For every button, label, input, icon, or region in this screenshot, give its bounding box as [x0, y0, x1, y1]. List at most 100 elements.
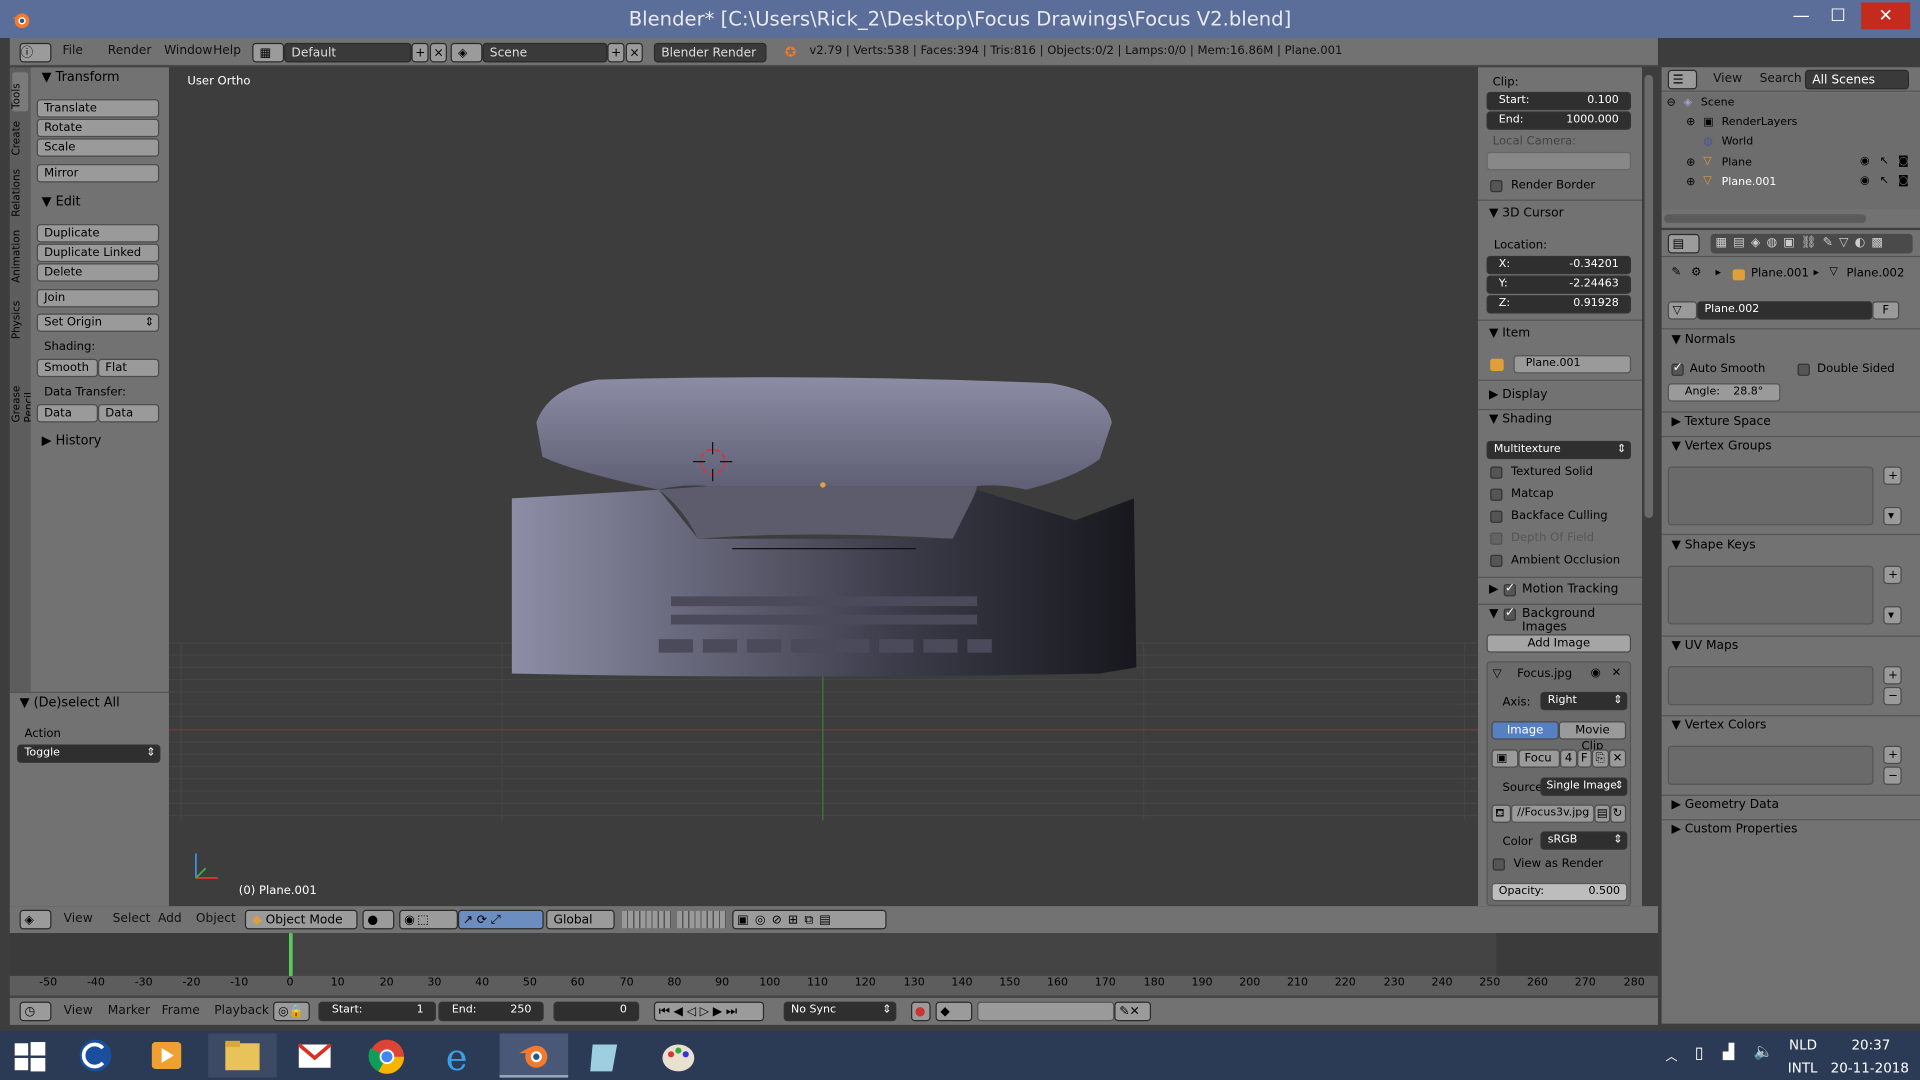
render-camera-icon[interactable]: ◙	[1898, 156, 1909, 168]
add-layout-icon[interactable]: +	[411, 42, 429, 63]
duplicate-linked-button[interactable]: Duplicate Linked	[36, 243, 160, 263]
tray-expand-icon[interactable]: ︿	[1665, 1046, 1677, 1064]
mesh-browse-icon[interactable]: ▽	[1667, 301, 1698, 320]
join-button[interactable]: Join	[36, 288, 160, 308]
add-shape-key-icon[interactable]: +	[1883, 565, 1902, 585]
end-frame-field[interactable]: End: 250	[438, 1001, 544, 1022]
cursor-panel-header[interactable]: ▼ 3D Cursor	[1489, 207, 1564, 220]
select-cursor-icon[interactable]: ↖	[1880, 156, 1889, 168]
edit-panel-header[interactable]: ▼ Edit	[42, 195, 81, 210]
volume-icon[interactable]: 🔈	[1753, 1043, 1773, 1061]
tab-physics[interactable]: Physics	[11, 301, 23, 339]
ambient-occlusion-checkbox[interactable]	[1490, 554, 1503, 567]
mesh-fake-user-button[interactable]: F	[1872, 301, 1900, 320]
scene-icon[interactable]: ◈	[450, 42, 483, 63]
vertex-group-menu-icon[interactable]: ▾	[1883, 506, 1902, 526]
renderlayers-expand-icon[interactable]: ⊕	[1686, 116, 1695, 128]
preview-range-icons[interactable]: ◎🔒	[273, 1001, 310, 1022]
double-sided-checkbox[interactable]	[1797, 363, 1810, 376]
layers-grid-a[interactable]	[622, 911, 672, 929]
outliner-scrollbar[interactable]	[1664, 214, 1867, 223]
keyboard-layout[interactable]: INTL	[1788, 1060, 1818, 1076]
3d-view-editor-icon[interactable]: ◈	[19, 909, 52, 930]
image-users-count[interactable]: 4	[1560, 749, 1578, 768]
motion-tracking-header[interactable]: ▶	[1489, 583, 1498, 596]
clock-date[interactable]: 20-11-2018	[1831, 1060, 1909, 1076]
remove-scene-icon[interactable]: ×	[625, 42, 643, 63]
keying-set-field[interactable]	[977, 1001, 1115, 1022]
shape-keys-header[interactable]: ▼ Shape Keys	[1671, 539, 1755, 552]
keying-icon[interactable]: ◆	[935, 1001, 973, 1022]
uv-maps-header[interactable]: ▼ UV Maps	[1671, 639, 1738, 652]
depth-of-field-checkbox[interactable]	[1490, 532, 1503, 545]
layers-grid-b[interactable]	[677, 911, 727, 929]
geometry-data-header[interactable]: ▶ Geometry Data	[1671, 798, 1779, 811]
select-cursor-icon[interactable]: ↖	[1880, 175, 1889, 187]
reload-icon[interactable]: ↻	[1610, 804, 1627, 823]
plane001-expand-icon[interactable]: ⊕	[1686, 176, 1695, 188]
view-menu[interactable]: View	[64, 912, 93, 925]
textured-solid-checkbox[interactable]	[1490, 466, 1503, 479]
visibility-eye-icon[interactable]: ◉	[1860, 175, 1870, 187]
add-scene-icon[interactable]: +	[607, 42, 625, 63]
properties-context-tabs[interactable]: ▦▤◈◍▣⛓✎▽◐▩	[1710, 233, 1913, 254]
mesh-name-field[interactable]: Plane.002	[1697, 301, 1873, 320]
rotate-button[interactable]: Rotate	[36, 118, 160, 138]
marker-menu[interactable]: Marker	[108, 1004, 150, 1017]
clock-time[interactable]: 20:37	[1851, 1037, 1890, 1053]
set-origin-select[interactable]: Set Origin ⇕	[36, 313, 160, 332]
matcap-checkbox[interactable]	[1490, 488, 1503, 501]
shape-keys-list[interactable]	[1667, 565, 1874, 625]
fake-user-button[interactable]: F	[1577, 749, 1592, 768]
bg-image-expand-icon[interactable]: ▽	[1493, 667, 1502, 680]
menu-render[interactable]: Render	[108, 44, 152, 57]
angle-field[interactable]: Angle: 28.8°	[1667, 383, 1781, 402]
media-player-icon[interactable]	[149, 1037, 183, 1074]
background-images-checkbox[interactable]	[1503, 606, 1516, 621]
source-select[interactable]: Single Image ⇕	[1540, 777, 1628, 796]
scene-expand-icon[interactable]: ⊖	[1667, 97, 1676, 109]
normals-panel-header[interactable]: ▼ Normals	[1671, 333, 1735, 346]
image-browse-icon[interactable]: ▣	[1491, 749, 1519, 768]
action-select[interactable]: Toggle ⇕	[17, 744, 161, 763]
item-name-field[interactable]: Plane.001	[1513, 355, 1632, 374]
menu-window[interactable]: Window	[164, 44, 212, 57]
shading-mode-select[interactable]: Multitexture ⇕	[1486, 440, 1632, 460]
history-panel-header[interactable]: ▶ History	[42, 433, 102, 448]
sync-mode-select[interactable]: No Sync ⇕	[783, 1001, 897, 1022]
pivot-manipulator-icons[interactable]: ◉⬚	[399, 909, 458, 930]
duplicate-button[interactable]: Duplicate	[36, 224, 160, 243]
windows-start-icon[interactable]	[12, 1041, 46, 1073]
background-images-header[interactable]: ▼	[1489, 607, 1498, 620]
start-frame-field[interactable]: Start: 1	[318, 1001, 436, 1022]
vertex-groups-header[interactable]: ▼ Vertex Groups	[1671, 440, 1771, 453]
eye-icon[interactable]: ◉	[1591, 666, 1601, 679]
operator-header[interactable]: ▼ (De)select All	[20, 696, 120, 711]
transform-manipulator-icons[interactable]: ↗⟳⤢	[457, 909, 544, 930]
editor-type-icon[interactable]: ⓘ	[19, 42, 52, 63]
timeline-editor-icon[interactable]: ◷	[19, 1001, 52, 1022]
outliner-plane001[interactable]: Plane.001	[1722, 176, 1777, 188]
viewport-shading-icon[interactable]: ●	[362, 909, 395, 930]
current-frame-indicator[interactable]	[288, 933, 293, 979]
close-icon[interactable]: ✕	[1861, 2, 1911, 30]
clip-start-field[interactable]: Start: 0.100	[1486, 91, 1632, 111]
battery-icon[interactable]: ▯	[1695, 1044, 1704, 1062]
motion-tracking-checkbox[interactable]	[1503, 582, 1516, 597]
scene-field[interactable]: Scene	[482, 42, 608, 63]
tab-tools[interactable]: Tools	[11, 83, 23, 109]
auto-smooth-checkbox[interactable]	[1671, 361, 1684, 376]
shape-key-menu-icon[interactable]: ▾	[1883, 606, 1902, 625]
maximize-icon[interactable]: ☐	[1820, 2, 1857, 29]
menu-help[interactable]: Help	[213, 44, 241, 57]
snap-render-icons[interactable]: ▣◎⊘⊞⧉▤	[732, 909, 887, 930]
breadcrumb-mesh[interactable]: Plane.002	[1847, 267, 1905, 280]
blender-taskbar-icon[interactable]	[499, 1033, 569, 1078]
unlink-image-icon[interactable]: ✕	[1608, 749, 1627, 768]
vertex-groups-list[interactable]	[1667, 466, 1874, 526]
chrome-icon[interactable]	[367, 1037, 406, 1076]
3d-viewport[interactable]: User Ortho (0) Plane.001	[168, 67, 1478, 907]
image-tab[interactable]: Image	[1491, 721, 1559, 740]
outliner-editor-icon[interactable]: ☰	[1667, 69, 1698, 90]
minimize-icon[interactable]: —	[1783, 2, 1820, 29]
